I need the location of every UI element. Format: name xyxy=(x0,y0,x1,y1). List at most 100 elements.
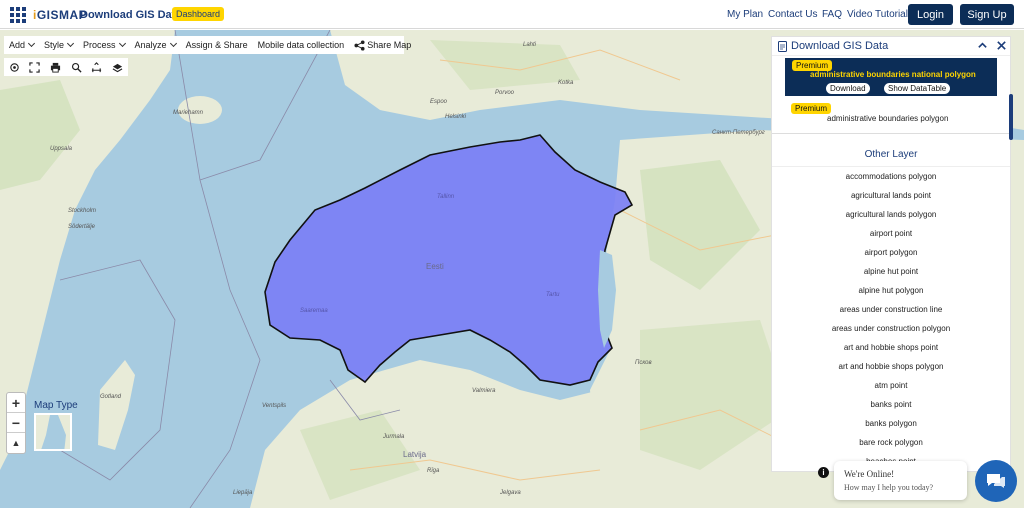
label-mariehamn: Mariehamn xyxy=(173,110,204,116)
layer-item[interactable]: areas under construction line xyxy=(772,300,1010,319)
premium-badge: Premium xyxy=(791,103,832,114)
mobile-data-collection-button[interactable]: Mobile data collection xyxy=(253,40,350,50)
show-datatable-button[interactable]: Show DataTable xyxy=(884,83,951,94)
layer-item[interactable]: airport polygon xyxy=(772,243,1010,262)
zoom-in-button[interactable]: + xyxy=(7,393,25,413)
nav-faq[interactable]: FAQ xyxy=(822,9,842,20)
map-type-label: Map Type xyxy=(34,400,78,411)
label-jelgava: Jelgava xyxy=(500,490,521,496)
layer-item[interactable]: areas under construction polygon xyxy=(772,319,1010,338)
info-icon[interactable]: i xyxy=(818,467,829,478)
chat-bubble[interactable]: We're Online! How may I help you today? xyxy=(834,461,967,500)
layer-item[interactable]: accommodations polygon xyxy=(772,167,1010,186)
label-riga: Rīga xyxy=(427,468,440,474)
other-layer-list: accommodations polygon agricultural lands… xyxy=(772,166,1010,473)
document-icon xyxy=(778,40,787,52)
download-button[interactable]: Download xyxy=(826,83,870,94)
zoom-controls: + − ▲ xyxy=(6,392,26,454)
selected-layer-card[interactable]: Premium administrative boundaries nation… xyxy=(785,58,997,96)
nav-my-plan[interactable]: My Plan xyxy=(727,9,763,20)
label-gotland: Gotland xyxy=(100,394,122,400)
layer-item[interactable]: agricultural lands polygon xyxy=(772,205,1010,224)
label-kotka: Kotka xyxy=(558,80,574,86)
print-icon[interactable] xyxy=(50,61,62,73)
panel-title: Download GIS Data xyxy=(791,40,889,52)
style-label: Style xyxy=(44,40,65,50)
label-sodertalje: Södertälje xyxy=(68,224,96,230)
label-ventspils: Ventspils xyxy=(262,403,287,409)
login-button[interactable]: Login xyxy=(908,4,953,25)
process-label: Process xyxy=(83,40,116,50)
chat-status: We're Online! xyxy=(844,469,895,479)
panel-header: Download GIS Data xyxy=(772,37,1010,56)
nav-contact-us[interactable]: Contact Us xyxy=(768,9,817,20)
collapse-icon[interactable] xyxy=(977,39,988,54)
locate-icon[interactable] xyxy=(8,61,20,73)
close-icon[interactable] xyxy=(996,39,1007,54)
label-helsinki: Helsinki xyxy=(445,114,467,120)
layer-item[interactable]: banks point xyxy=(772,395,1010,414)
layer-item[interactable]: alpine hut polygon xyxy=(772,281,1010,300)
add-menu[interactable]: Add xyxy=(4,39,39,50)
chat-prompt: How may I help you today? xyxy=(844,483,934,492)
zoom-out-button[interactable]: − xyxy=(7,413,25,433)
selected-layer-name: administrative boundaries national polyg… xyxy=(810,70,976,79)
chat-launcher-button[interactable] xyxy=(975,460,1017,502)
label-espoo: Espoo xyxy=(430,99,448,105)
map-type-thumbnail[interactable] xyxy=(34,413,72,451)
dashboard-badge[interactable]: Dashboard xyxy=(172,7,225,21)
layer-item[interactable]: art and hobbie shops point xyxy=(772,338,1010,357)
label-lahti: Lahti xyxy=(523,42,537,48)
chevron-down-icon xyxy=(27,39,36,48)
map-tool-icons xyxy=(4,58,128,76)
layer-item[interactable]: administrative boundaries polygon xyxy=(827,114,948,123)
chat-icon xyxy=(987,474,1005,488)
label-stockholm: Stockholm xyxy=(68,208,97,214)
chevron-down-icon xyxy=(118,39,126,48)
signup-button[interactable]: Sign Up xyxy=(960,4,1014,25)
label-saint-petersburg: Санкт-Петербург xyxy=(712,130,765,136)
page-title: Download GIS Data xyxy=(80,9,182,21)
add-label: Add xyxy=(9,40,26,50)
panel-scrollbar[interactable] xyxy=(1009,94,1013,140)
reset-north-button[interactable]: ▲ xyxy=(7,433,25,453)
nav-video-tutorial[interactable]: Video Tutorial xyxy=(847,9,908,20)
top-bar: iGISMAP Download GIS Data Dashboard My P… xyxy=(0,0,1024,29)
download-gis-panel: Download GIS Data Premium administrative… xyxy=(771,36,1011,472)
layer-item[interactable]: bare rock polygon xyxy=(772,433,1010,452)
map-toolbar: Add Style Process Analyze Assign & Share… xyxy=(4,36,411,54)
layers-icon[interactable] xyxy=(112,61,124,73)
search-icon[interactable] xyxy=(70,61,82,73)
layer-item[interactable]: banks polygon xyxy=(772,414,1010,433)
divider xyxy=(772,133,1010,134)
assign-share-button[interactable]: Assign & Share xyxy=(181,40,253,50)
layer-item[interactable]: airport point xyxy=(772,224,1010,243)
share-map-label: Share Map xyxy=(367,40,412,50)
layer-item[interactable]: atm point xyxy=(772,376,1010,395)
measure-icon[interactable] xyxy=(91,61,103,73)
label-porvoo: Porvoo xyxy=(495,90,515,96)
label-pskov: Псков xyxy=(635,360,652,366)
analyze-menu[interactable]: Analyze xyxy=(130,39,181,50)
other-layer-title: Other Layer xyxy=(864,149,918,160)
chevron-down-icon xyxy=(66,39,75,48)
process-menu[interactable]: Process xyxy=(78,39,130,50)
layer-item[interactable]: art and hobbie shops polygon xyxy=(772,357,1010,376)
fullscreen-icon[interactable] xyxy=(29,61,41,73)
label-jurmala: Jurmala xyxy=(383,434,405,440)
label-estonia: Eesti xyxy=(426,262,444,271)
label-saaremaa: Saaremaa xyxy=(300,308,328,314)
analyze-label: Analyze xyxy=(134,40,167,50)
layer-item[interactable]: alpine hut point xyxy=(772,262,1010,281)
apps-grid-icon[interactable] xyxy=(10,7,26,23)
label-tallinn: Tallinn xyxy=(437,194,455,200)
share-icon xyxy=(354,39,365,51)
style-menu[interactable]: Style xyxy=(39,39,78,50)
layer-item[interactable]: agricultural lands point xyxy=(772,186,1010,205)
label-latvia: Latvija xyxy=(403,450,427,459)
label-uppsala: Uppsala xyxy=(50,146,73,152)
label-liepaja: Liepāja xyxy=(233,490,253,496)
label-valmiera: Valmiera xyxy=(472,388,496,394)
chevron-down-icon xyxy=(169,39,177,48)
share-map-button[interactable]: Share Map xyxy=(349,39,416,51)
